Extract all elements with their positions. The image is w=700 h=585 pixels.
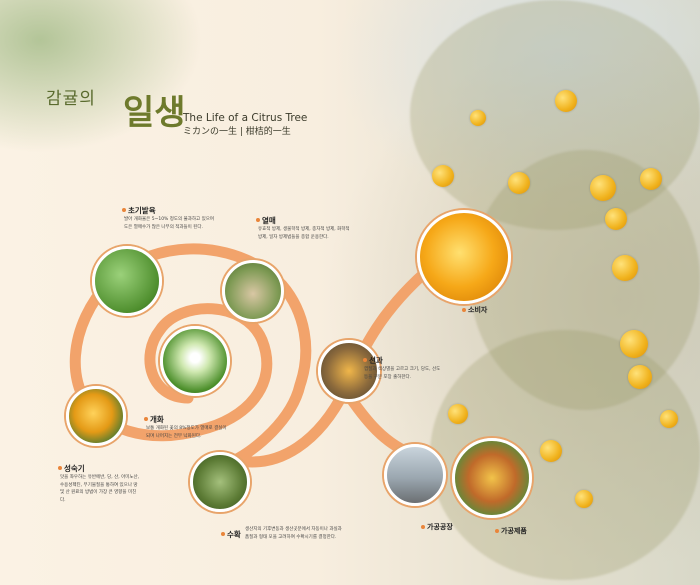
photo-fruit-set (222, 260, 284, 322)
label-bullet (144, 417, 148, 421)
label-products: 가공제품 (501, 527, 527, 535)
photo-harvest (190, 452, 250, 512)
label-bullet (363, 358, 367, 362)
photo-ripening (66, 386, 126, 446)
photo-products (452, 438, 532, 518)
label-harvest: 수확 (227, 530, 241, 539)
label-early-growth: 초기발육 (128, 206, 156, 215)
label-ripening: 성숙기 (64, 464, 85, 473)
label-bullet (421, 525, 425, 529)
photo-consumer (417, 210, 511, 304)
desc-harvest: 생산지의 기후변동과 생산곳분에서 자동이나 과실과 품질과 형태 모을 고려하… (245, 527, 342, 540)
label-flowering: 개화 (150, 415, 164, 424)
label-sorting: 선과 (369, 356, 383, 365)
label-fruit-set: 열매 (262, 216, 276, 225)
desc-sorting: 껍질과 색상별을 고르고 크기, 당도, 선도등을 구분 포장 출하한다. (364, 367, 441, 380)
label-bullet (58, 466, 62, 470)
desc-flowering: 보통 개화된 꽃의 8%정도가 열매로 결실이 되며 나머지는 전부 낙화된다. (146, 426, 227, 439)
photo-early-growth (92, 246, 162, 316)
label-bullet (221, 532, 225, 536)
photo-factory (384, 444, 446, 506)
photo-flowering (160, 326, 230, 396)
label-bullet (122, 208, 126, 212)
label-bullet (495, 529, 499, 533)
desc-ripening: 맛을 좌우하는 유반에반, 당, 산, 아미노산, 수용성펙틴, 무기물질을 통… (60, 475, 140, 503)
label-consumer: 소비자 (468, 306, 488, 314)
label-bullet (462, 308, 466, 312)
desc-fruit-set: 유효적 방제, 생물학적 방제, 종자적 방제, 화학적 방제, 일자 방제법들… (258, 227, 350, 240)
label-bullet (256, 218, 260, 222)
label-factory: 가공공장 (427, 523, 453, 531)
desc-early-growth: 발아 개화율은 5~10% 정도의 불과하고 있으며도은 열매수가 많은 나무의… (124, 217, 215, 230)
